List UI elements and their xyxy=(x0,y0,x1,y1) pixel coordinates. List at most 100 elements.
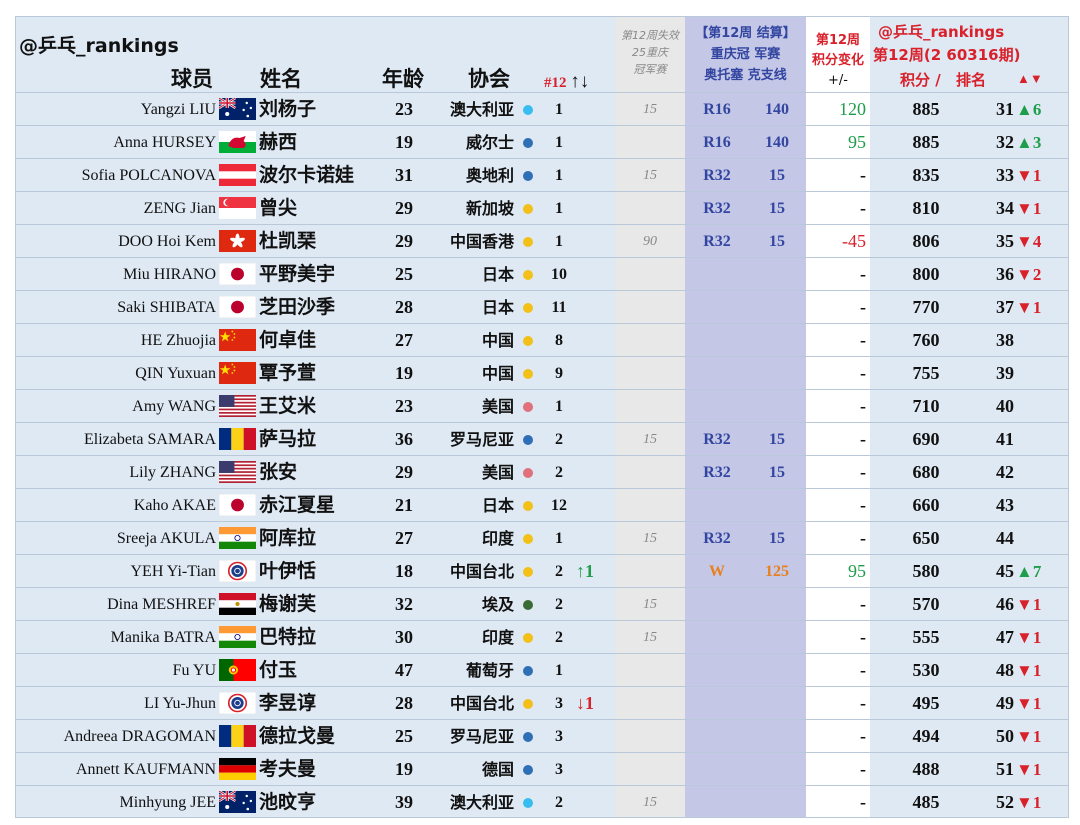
ranking-position: 34 xyxy=(996,198,1014,218)
ranking-position: 52 xyxy=(996,792,1014,812)
points-change: - xyxy=(860,528,866,548)
player-association: 罗马尼亚 xyxy=(449,430,514,449)
ranking-arrows-header: ▲▼ xyxy=(1017,71,1043,87)
player-name-en: Amy WANG xyxy=(132,398,216,415)
ranking-points: 806 xyxy=(912,231,940,251)
player-association: 中国香港 xyxy=(449,232,514,251)
ranking-position: 31 xyxy=(996,99,1014,119)
lost-header-line3: 冠军赛 xyxy=(633,63,667,76)
event-count: 12 xyxy=(551,497,567,514)
event-points: 15 xyxy=(769,233,785,250)
taipei-flag-icon xyxy=(218,691,257,715)
table-row: DOO Hoi Kem 杜凯琹 29 中国香港 1 90 R32 15 -45 806 35 ▼4 xyxy=(16,224,1068,258)
player-age: 21 xyxy=(395,495,413,515)
player-name-cn: 王艾米 xyxy=(259,395,317,417)
event-count: 1 xyxy=(555,233,563,250)
ranking-points: 488 xyxy=(912,759,940,779)
player-association: 新加坡 xyxy=(465,199,514,218)
event-count: 2 xyxy=(555,596,563,613)
player-name-en: LI Yu-Jhun xyxy=(144,695,216,712)
player-age: 23 xyxy=(395,396,413,416)
player-name-cn: 波尔卡诺娃 xyxy=(259,164,355,186)
rank-movement: ▼1 xyxy=(1016,694,1042,713)
event-points: 140 xyxy=(765,101,789,118)
player-name-cn: 付玉 xyxy=(259,659,298,681)
player-name-en: Minhyung JEE xyxy=(119,794,216,811)
col-name-header: 姓名 xyxy=(260,67,302,91)
player-name-en: Anna HURSEY xyxy=(113,134,216,151)
player-age: 36 xyxy=(395,429,413,449)
ranking-points: 690 xyxy=(912,429,940,449)
player-age: 29 xyxy=(395,462,413,482)
ranking-rank-header: 排名 xyxy=(956,71,987,89)
table-row: Fu YU 付玉 47 葡萄牙 1 - 530 48 ▼1 xyxy=(16,653,1068,687)
ranking-position: 38 xyxy=(996,330,1014,350)
ranking-position: 43 xyxy=(996,495,1014,515)
ranking-position: 33 xyxy=(996,165,1014,185)
player-name-en: Sreeja AKULA xyxy=(116,530,216,547)
player-name-cn: 阿库拉 xyxy=(259,527,317,549)
points-change: 120 xyxy=(839,99,866,119)
points-change: - xyxy=(860,264,866,284)
player-association: 印度 xyxy=(481,628,514,647)
association-dot xyxy=(523,435,533,445)
player-age: 31 xyxy=(395,165,413,185)
rank-movement: ▼1 xyxy=(1016,661,1042,680)
player-age: 23 xyxy=(395,99,413,119)
player-association: 美国 xyxy=(481,397,514,416)
rank-movement: ▲6 xyxy=(1016,100,1042,119)
hongkong-flag-icon xyxy=(219,230,256,252)
ranking-points: 495 xyxy=(912,693,940,713)
association-dot xyxy=(523,369,533,379)
singapore-flag-icon xyxy=(219,197,256,219)
portugal-flag-icon xyxy=(219,659,256,681)
event-header-line1: 【第12周 结算】 xyxy=(695,26,796,41)
points-change: - xyxy=(860,429,866,449)
ranking-points: 570 xyxy=(912,594,940,614)
player-name-en: Annett KAUFMANN xyxy=(76,761,216,778)
lost-points: 15 xyxy=(643,795,657,810)
table-row: YEH Yi-Tian 叶伊恬 18 中国台北 2 ↑1 W 125 95 580 45 ▲7 xyxy=(16,554,1068,588)
points-change: - xyxy=(860,660,866,680)
player-name-en: YEH Yi-Tian xyxy=(130,563,217,580)
event-count: 1 xyxy=(555,200,563,217)
event-count: 2 xyxy=(555,431,563,448)
association-dot xyxy=(523,600,533,610)
table-row: Sofia POLCANOVA 波尔卡诺娃 31 奥地利 1 15 R32 15 - 835 33 ▼… xyxy=(16,158,1068,192)
ranking-position: 32 xyxy=(996,132,1014,152)
player-age: 28 xyxy=(395,693,413,713)
australia-flag-icon xyxy=(218,96,256,120)
ranking-position: 44 xyxy=(996,528,1014,548)
player-association: 中国台北 xyxy=(449,694,514,713)
rank-movement: ▼1 xyxy=(1016,166,1042,185)
player-name-cn: 芝田沙季 xyxy=(259,296,336,318)
player-name-cn: 杜凯琹 xyxy=(259,230,317,252)
event-count: 1 xyxy=(555,398,563,415)
event-round: R32 xyxy=(703,431,731,448)
event-round: R32 xyxy=(703,200,731,217)
player-association: 日本 xyxy=(481,496,514,515)
player-name-en: Fu YU xyxy=(172,662,216,679)
event-round: R16 xyxy=(703,101,731,118)
player-name-en: Dina MESHREF xyxy=(107,596,216,613)
australia-flag-icon xyxy=(218,789,256,813)
romania-flag-icon xyxy=(219,428,256,450)
player-name-cn: 曾尖 xyxy=(259,197,298,219)
col-count-label: #12 xyxy=(544,75,567,91)
china-flag-icon xyxy=(219,362,256,384)
player-name-en: Sofia POLCANOVA xyxy=(81,167,216,184)
event-count: 3 xyxy=(555,761,563,778)
player-association: 日本 xyxy=(481,265,514,284)
points-change: 95 xyxy=(848,132,866,152)
col-count-header: #12 ↑↓ xyxy=(544,71,589,93)
ranking-points: 800 xyxy=(912,264,940,284)
rank-movement: ▼1 xyxy=(1016,760,1042,779)
player-name-en: Elizabeta SAMARA xyxy=(84,431,216,448)
event-round: R16 xyxy=(703,134,731,151)
india-flag-icon xyxy=(219,527,256,549)
change-header-line3: +/- xyxy=(828,73,848,88)
association-dot xyxy=(523,567,533,577)
event-points: 15 xyxy=(769,464,785,481)
points-change: - xyxy=(860,198,866,218)
association-dot xyxy=(523,501,533,511)
